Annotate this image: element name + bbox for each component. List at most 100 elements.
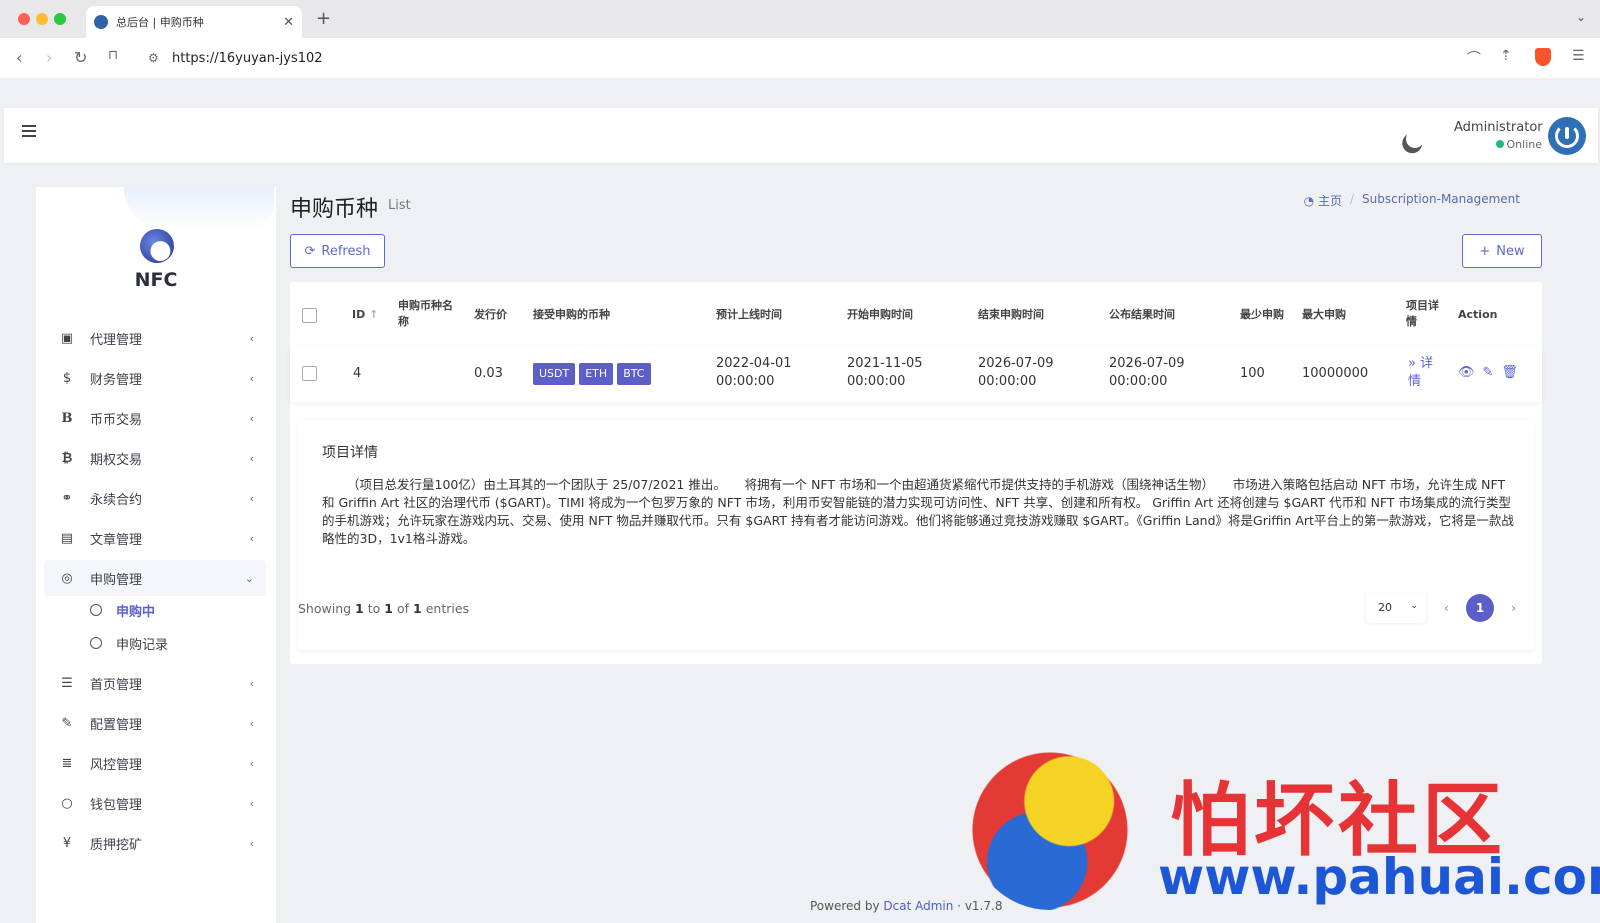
- sidebar-item-articles[interactable]: ▤ 文章管理 ‹: [44, 520, 266, 556]
- cell-publish-time: 00:00:00: [1109, 374, 1168, 389]
- project-detail-panel: 项目详情 （项目总发行量100亿）由土耳其的一个团队于 25/07/2021 推…: [298, 420, 1534, 650]
- circle-icon: ○: [61, 795, 73, 811]
- close-window-button[interactable]: [18, 13, 30, 25]
- breadcrumb-home[interactable]: ◔ 主页: [1304, 192, 1342, 209]
- sidebar-item-label: 文章管理: [90, 532, 143, 548]
- chevron-left-icon: ‹: [249, 532, 254, 545]
- sidebar-item-finance[interactable]: $ 财务管理 ‹: [44, 360, 266, 396]
- avatar[interactable]: [1548, 117, 1586, 155]
- sidebar-item-config[interactable]: ✎ 配置管理 ‹: [44, 705, 266, 741]
- brave-shield-icon[interactable]: [1535, 48, 1551, 66]
- new-button[interactable]: + New: [1462, 234, 1542, 268]
- back-icon[interactable]: ‹: [16, 48, 22, 67]
- browser-menu-icon[interactable]: ☰: [1572, 48, 1585, 64]
- admin-status: Online: [1454, 138, 1542, 151]
- sidebar-subitem-subscribing[interactable]: 申购中: [90, 596, 260, 624]
- sidebar-item-label: 钱包管理: [90, 797, 143, 813]
- column-header-id[interactable]: ID ↑: [352, 307, 378, 323]
- id-card-icon: ▣: [60, 330, 74, 346]
- column-header-detail-line1: 项目详: [1406, 299, 1439, 312]
- sidebar-item-label: 风控管理: [90, 757, 143, 773]
- logo-icon: [140, 229, 174, 263]
- newspaper-icon: ▤: [60, 530, 74, 546]
- sidebar-item-label: 币币交易: [90, 412, 143, 428]
- breadcrumb-home-label: 主页: [1317, 194, 1342, 208]
- column-header-end: 结束申购时间: [978, 308, 1044, 321]
- sidebar-item-risk[interactable]: ≣ 风控管理 ‹: [44, 745, 266, 781]
- dark-mode-icon[interactable]: [1403, 127, 1426, 150]
- browser-tab[interactable]: 总后台 | 申购币种 ✕: [86, 6, 302, 38]
- site-settings-icon[interactable]: ⚙: [148, 51, 164, 65]
- watermark: 怕坏社区 www.pahuai.com: [970, 750, 1600, 910]
- pagination-summary: Showing 1 to 1 of 1 entries: [298, 601, 469, 616]
- table-row: 4 0.03 USDT ETH BTC 2022-04-01 00:00:00 202…: [290, 346, 1542, 402]
- sidebar-item-agent[interactable]: ▣ 代理管理 ‹: [44, 320, 266, 356]
- chevron-left-icon: ‹: [249, 492, 254, 505]
- cell-launch: 2022-04-01 00:00:00: [716, 355, 792, 391]
- sidebar-item-staking[interactable]: ¥ 质押挖矿 ‹: [44, 825, 266, 861]
- detail-toggle-link[interactable]: » 详情: [1408, 355, 1433, 391]
- indent-icon: ≣: [61, 755, 73, 771]
- cell-start-time: 00:00:00: [847, 374, 906, 389]
- column-header-publish: 公布结果时间: [1109, 308, 1175, 321]
- address-bar[interactable]: ⚙ https://16yuyan-jys102: [148, 45, 1444, 71]
- cell-start: 2021-11-05 00:00:00: [847, 355, 923, 391]
- minimize-window-button[interactable]: [36, 13, 48, 25]
- delete-icon[interactable]: 🗑: [1501, 365, 1526, 380]
- coin-badge: BTC: [617, 363, 651, 385]
- select-all-checkbox[interactable]: [302, 308, 317, 323]
- sidebar-item-label: 申购管理: [90, 572, 143, 588]
- sidebar-item-subscription[interactable]: ◎ 申购管理 ⌄: [44, 560, 266, 596]
- sidebar-item-perpetual[interactable]: ⚭ 永续合约 ‹: [44, 480, 266, 516]
- next-page-icon[interactable]: ›: [1511, 601, 1516, 615]
- edit-icon[interactable]: ✎: [1483, 365, 1502, 380]
- bookmark-icon[interactable]: ⊓: [108, 48, 118, 63]
- cell-min: 100: [1240, 366, 1265, 381]
- sidebar-subitem-records[interactable]: 申购记录: [90, 629, 260, 657]
- row-checkbox[interactable]: [302, 366, 317, 381]
- breadcrumb-current[interactable]: Subscription-Management: [1362, 192, 1520, 209]
- sidebar-item-label: 财务管理: [90, 372, 143, 388]
- new-tab-icon[interactable]: +: [316, 8, 331, 29]
- sort-arrow-icon[interactable]: ↑: [369, 308, 378, 321]
- footer-link[interactable]: Dcat Admin: [883, 899, 953, 913]
- sidebar-item-label: 配置管理: [90, 717, 143, 733]
- plus-icon: +: [1479, 243, 1491, 259]
- pagination: ‹ 1 ›: [1438, 593, 1522, 623]
- extension-icon[interactable]: ⌒: [1467, 48, 1481, 68]
- menu-toggle-icon[interactable]: [22, 125, 36, 137]
- circle-icon: [90, 637, 102, 649]
- summary-to-word: to: [367, 601, 381, 616]
- yen-icon: ¥: [62, 835, 72, 851]
- summary-of-word: of: [396, 601, 410, 616]
- brand-name: NFC: [134, 269, 178, 291]
- view-icon[interactable]: 👁: [1458, 365, 1483, 380]
- maximize-window-button[interactable]: [54, 13, 66, 25]
- tab-menu-chevron-icon[interactable]: ⌄: [1576, 10, 1586, 24]
- list-icon: ☰: [61, 675, 73, 691]
- close-tab-icon[interactable]: ✕: [283, 15, 294, 30]
- per-page-select[interactable]: 20 ⌄: [1366, 593, 1426, 623]
- sidebar-item-options[interactable]: ₿ 期权交易 ‹: [44, 440, 266, 476]
- sidebar-item-spot-trading[interactable]: B 币币交易 ‹: [44, 400, 266, 436]
- refresh-button[interactable]: ⟳ Refresh: [290, 234, 385, 268]
- prev-page-icon[interactable]: ‹: [1444, 601, 1449, 615]
- bitcoin-icon: ₿: [61, 451, 73, 466]
- circle-icon: [90, 604, 102, 616]
- cell-publish: 2026-07-09 00:00:00: [1109, 355, 1185, 391]
- coin-badge: USDT: [533, 363, 576, 385]
- chevron-left-icon: ‹: [249, 717, 254, 730]
- sidebar-item-wallet[interactable]: ○ 钱包管理 ‹: [44, 785, 266, 821]
- chevron-left-icon: ‹: [249, 452, 254, 465]
- page-button-current[interactable]: 1: [1466, 594, 1494, 622]
- admin-name[interactable]: Administrator: [1454, 120, 1543, 135]
- reload-icon[interactable]: ↻: [74, 48, 87, 67]
- forward-icon[interactable]: ›: [46, 48, 52, 67]
- sidebar-item-homepage[interactable]: ☰ 首页管理 ‹: [44, 665, 266, 701]
- cell-id: 4: [353, 366, 362, 381]
- tab-bar: 总后台 | 申购币种 ✕ + ⌄: [0, 0, 1600, 38]
- column-header-price: 发行价: [474, 308, 507, 321]
- per-page-value: 20: [1378, 601, 1392, 614]
- share-icon[interactable]: ⇡: [1500, 48, 1512, 64]
- detail-link-line2: 情: [1408, 374, 1422, 389]
